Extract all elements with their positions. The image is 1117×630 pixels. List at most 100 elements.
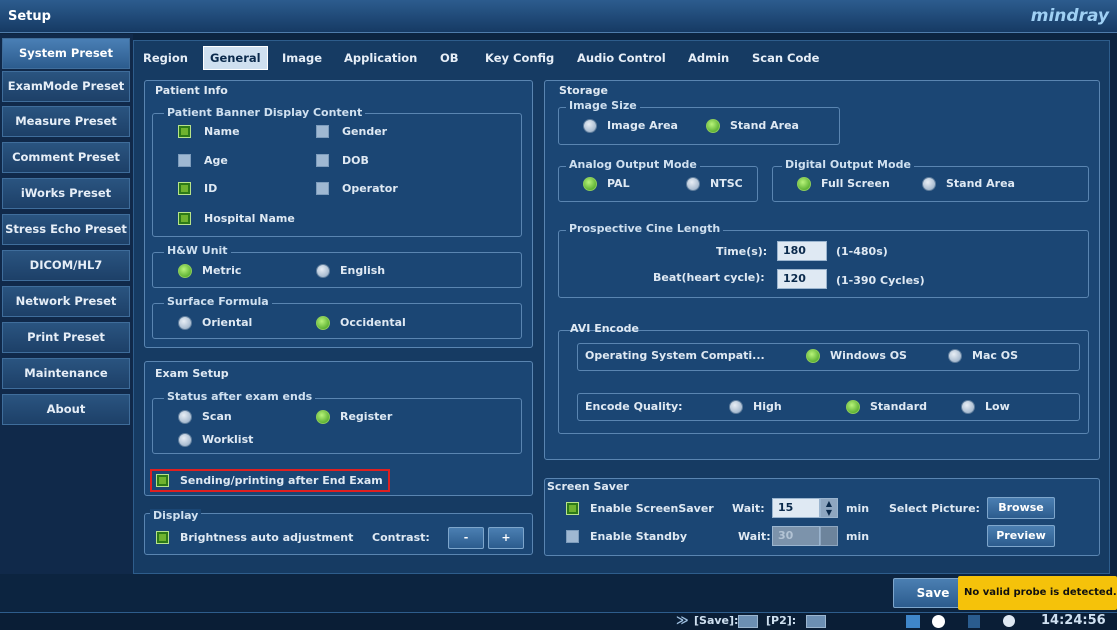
stand-area-radio[interactable] xyxy=(706,119,720,133)
image-area-radio[interactable] xyxy=(583,119,597,133)
storage-title: Storage xyxy=(559,84,608,97)
screen-saver-title: Screen Saver xyxy=(547,480,629,493)
ntsc-label: NTSC xyxy=(710,177,743,190)
hospital-name-checkbox[interactable] xyxy=(178,212,191,225)
id-checkbox[interactable] xyxy=(178,182,191,195)
cine-length-title: Prospective Cine Length xyxy=(566,222,724,235)
sidebar-item-dicom-hl7[interactable]: DICOM/HL7 xyxy=(2,250,130,281)
digital-stand-area-label: Stand Area xyxy=(946,177,1015,190)
sidebar-item-print-preset[interactable]: Print Preset xyxy=(2,322,130,353)
occidental-radio[interactable] xyxy=(316,316,330,330)
windows-os-radio[interactable] xyxy=(806,349,820,363)
sidebar-item-stress-echo-preset[interactable]: Stress Echo Preset xyxy=(2,214,130,245)
sidebar-item-exammode-preset[interactable]: ExamMode Preset xyxy=(2,71,130,102)
scan-radio[interactable] xyxy=(178,410,192,424)
avi-encode-title: AVI Encode xyxy=(570,322,639,335)
contrast-plus-button[interactable]: + xyxy=(488,527,524,549)
worklist-label: Worklist xyxy=(202,433,254,446)
sidebar-item-maintenance[interactable]: Maintenance xyxy=(2,358,130,389)
occidental-label: Occidental xyxy=(340,316,406,329)
gender-checkbox[interactable] xyxy=(316,125,329,138)
standby-stepper-icon[interactable] xyxy=(820,526,838,546)
age-label: Age xyxy=(204,154,228,167)
tab-key-config[interactable]: Key Config xyxy=(485,46,554,70)
title-bar xyxy=(0,0,1117,33)
sidebar: System Preset ExamMode Preset Measure Pr… xyxy=(0,34,133,574)
sidebar-item-measure-preset[interactable]: Measure Preset xyxy=(2,106,130,137)
standby-wait-input[interactable]: 30 xyxy=(772,526,820,546)
wait-stepper-icon[interactable]: ▲ ▼ xyxy=(820,498,838,518)
tab-ob[interactable]: OB xyxy=(440,46,459,70)
exam-setup-title: Exam Setup xyxy=(155,367,229,380)
digital-stand-area-radio[interactable] xyxy=(922,177,936,191)
status-arrow-icon: ≫ xyxy=(676,613,689,627)
printer-icon xyxy=(1003,615,1015,627)
operator-label: Operator xyxy=(342,182,398,195)
brand-logo: mindray xyxy=(1030,6,1109,26)
cine-time-input[interactable]: 180 xyxy=(777,241,827,261)
quality-high-radio[interactable] xyxy=(729,400,743,414)
english-radio[interactable] xyxy=(316,264,330,278)
digital-output-title: Digital Output Mode xyxy=(782,158,914,171)
oriental-label: Oriental xyxy=(202,316,253,329)
tab-audio-control[interactable]: Audio Control xyxy=(577,46,666,70)
os-compat-label: Operating System Compati... xyxy=(585,349,765,362)
name-checkbox[interactable] xyxy=(178,125,191,138)
sidebar-item-system-preset[interactable]: System Preset xyxy=(2,38,130,69)
ntsc-radio[interactable] xyxy=(686,177,700,191)
sending-printing-checkbox[interactable] xyxy=(156,474,169,487)
cine-beat-input[interactable]: 120 xyxy=(777,269,827,289)
enable-standby-checkbox[interactable] xyxy=(566,530,579,543)
hw-unit-title: H&W Unit xyxy=(164,244,231,257)
tab-admin[interactable]: Admin xyxy=(688,46,729,70)
enable-screensaver-checkbox[interactable] xyxy=(566,502,579,515)
sidebar-item-network-preset[interactable]: Network Preset xyxy=(2,286,130,317)
browse-button[interactable]: Browse xyxy=(987,497,1055,519)
enable-standby-label: Enable Standby xyxy=(590,530,688,543)
select-picture-label: Select Picture: xyxy=(889,502,980,515)
image-area-label: Image Area xyxy=(607,119,678,132)
mac-os-radio[interactable] xyxy=(948,349,962,363)
sidebar-item-comment-preset[interactable]: Comment Preset xyxy=(2,142,130,173)
contrast-minus-button[interactable]: - xyxy=(448,527,484,549)
quality-high-label: High xyxy=(753,400,782,413)
register-radio[interactable] xyxy=(316,410,330,424)
worklist-radio[interactable] xyxy=(178,433,192,447)
quality-low-radio[interactable] xyxy=(961,400,975,414)
tab-scan-code[interactable]: Scan Code xyxy=(752,46,819,70)
status-bar xyxy=(0,612,1117,630)
gender-label: Gender xyxy=(342,125,388,138)
windows-os-label: Windows OS xyxy=(830,349,907,362)
tab-general[interactable]: General xyxy=(203,46,268,70)
sidebar-item-about[interactable]: About xyxy=(2,394,130,425)
info-icon xyxy=(932,615,945,628)
display-title: Display xyxy=(150,509,202,522)
tab-region[interactable]: Region xyxy=(143,46,188,70)
operator-checkbox[interactable] xyxy=(316,182,329,195)
save-device-icon xyxy=(738,615,758,628)
dob-checkbox[interactable] xyxy=(316,154,329,167)
wait-label: Wait: xyxy=(732,502,765,515)
enable-screensaver-label: Enable ScreenSaver xyxy=(590,502,714,515)
sidebar-item-iworks-preset[interactable]: iWorks Preset xyxy=(2,178,130,209)
wait-input[interactable]: 15 xyxy=(772,498,820,518)
tab-image[interactable]: Image xyxy=(282,46,322,70)
preview-button[interactable]: Preview xyxy=(987,525,1055,547)
analog-output-title: Analog Output Mode xyxy=(566,158,700,171)
tab-application[interactable]: Application xyxy=(344,46,417,70)
age-checkbox[interactable] xyxy=(178,154,191,167)
register-label: Register xyxy=(340,410,393,423)
cine-beat-label: Beat(heart cycle): xyxy=(653,271,765,284)
oriental-radio[interactable] xyxy=(178,316,192,330)
brightness-checkbox[interactable] xyxy=(156,531,169,544)
patient-info-title: Patient Info xyxy=(155,84,228,97)
id-label: ID xyxy=(204,182,218,195)
status-save-label: [Save]: xyxy=(694,614,739,627)
hospital-name-label: Hospital Name xyxy=(204,212,295,225)
full-screen-radio[interactable] xyxy=(797,177,811,191)
metric-radio[interactable] xyxy=(178,264,192,278)
quality-standard-radio[interactable] xyxy=(846,400,860,414)
p2-device-icon xyxy=(806,615,826,628)
pal-radio[interactable] xyxy=(583,177,597,191)
surface-formula-title: Surface Formula xyxy=(164,295,272,308)
